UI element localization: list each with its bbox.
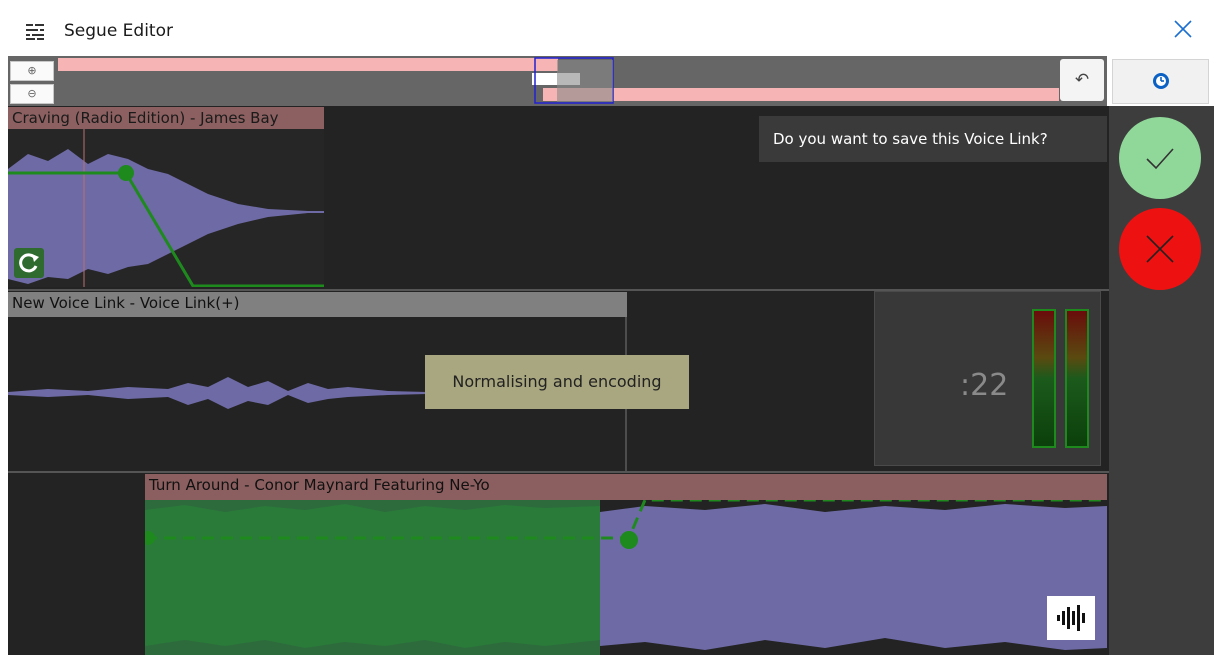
overview-timeline[interactable]: [8, 56, 1107, 106]
countdown-timer: :22: [960, 368, 1009, 403]
zoom-in-icon: ⊕: [27, 64, 37, 77]
close-icon[interactable]: [1170, 16, 1196, 42]
zoom-in-button[interactable]: ⊕: [10, 61, 54, 81]
accept-button[interactable]: [1119, 117, 1201, 199]
waveform-icon: [1057, 605, 1085, 631]
loop-button[interactable]: [14, 248, 44, 278]
undo-button[interactable]: ↶: [1060, 59, 1104, 101]
zoom-out-button[interactable]: ⊖: [10, 84, 54, 104]
close-icon: [1146, 235, 1174, 263]
refresh-icon: [19, 253, 39, 273]
track-3-waveform[interactable]: [145, 500, 1107, 655]
track-1[interactable]: Craving (Radio Edition) - James Bay: [8, 107, 324, 287]
divider: [8, 471, 1109, 473]
zoom-out-icon: ⊖: [27, 87, 37, 100]
status-banner: Normalising and encoding: [425, 355, 689, 409]
save-prompt: Do you want to save this Voice Link?: [759, 116, 1107, 162]
sliders-icon: [26, 24, 44, 40]
reject-button[interactable]: [1119, 208, 1201, 290]
waveform-button[interactable]: [1047, 596, 1095, 640]
clock-icon: [1153, 73, 1169, 89]
track-1-waveform[interactable]: [8, 129, 324, 287]
track-3-title: Turn Around - Conor Maynard Featuring Ne…: [145, 474, 1107, 500]
window-title: Segue Editor: [64, 21, 173, 41]
check-icon: [1146, 148, 1174, 170]
clock-button[interactable]: [1112, 59, 1209, 104]
track-2-title: New Voice Link - Voice Link(+): [8, 292, 627, 317]
undo-icon: ↶: [1074, 70, 1090, 90]
title-bar: [0, 0, 1214, 56]
track-title: Craving (Radio Edition) - James Bay: [8, 107, 324, 129]
